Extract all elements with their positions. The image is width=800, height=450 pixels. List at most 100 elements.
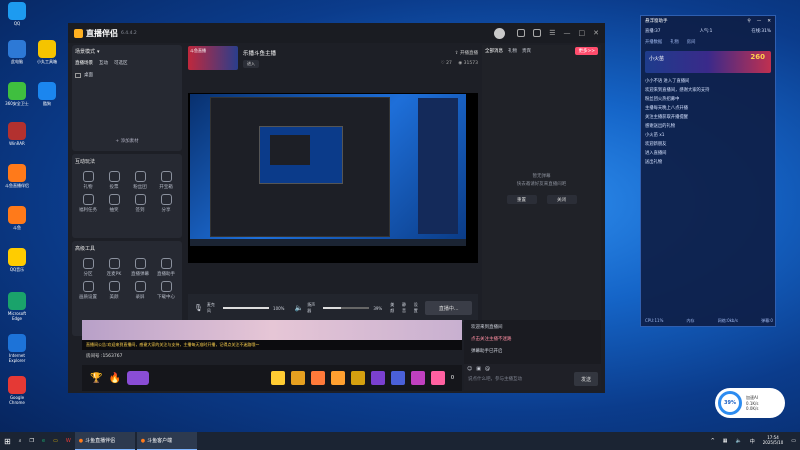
- gift-item-icon[interactable]: [430, 371, 445, 385]
- search-icon[interactable]: ⌕: [15, 432, 26, 450]
- chat-tab-gift[interactable]: 礼物: [508, 48, 517, 54]
- gift-item-icon[interactable]: [350, 371, 365, 385]
- beauty-button[interactable]: 美颜: [390, 302, 398, 314]
- speed-widget[interactable]: 39% 加速AI 0.1K/s 0.0K/s: [715, 388, 785, 418]
- tool-button[interactable]: 画质设置: [75, 281, 101, 300]
- tool-button[interactable]: 抽奖: [101, 194, 127, 213]
- desktop-icon[interactable]: Microsoft Edge: [4, 292, 30, 321]
- desktop-icon[interactable]: 360安全卫士: [4, 82, 30, 107]
- tool-button[interactable]: 直播助手: [153, 258, 179, 277]
- tool-button[interactable]: 直播弹幕: [127, 258, 153, 277]
- desktop-icon[interactable]: 小丸工具箱: [34, 40, 60, 65]
- tool-button[interactable]: 粉丝团: [127, 171, 153, 190]
- center-panel: 斗鱼直播 乐播斗鱼主播 进入 ⇪ 开播直播 ♡ 27 ◉ 31573 🎙 麦克风…: [188, 45, 478, 340]
- clock[interactable]: 17:54 2025/5/10: [759, 432, 788, 450]
- close-icon[interactable]: ✕: [593, 29, 599, 37]
- overlay-subtab[interactable]: 房间: [687, 39, 696, 45]
- image-icon[interactable]: ▣: [476, 366, 481, 372]
- gift-item-icon[interactable]: [290, 371, 305, 385]
- tool-button[interactable]: 礼物: [75, 171, 101, 190]
- chat-input[interactable]: 说点什么吧，参与主播互动: [468, 376, 568, 382]
- tool-button[interactable]: 美颜: [101, 281, 127, 300]
- gift-item-icon[interactable]: [270, 371, 285, 385]
- scene-tab[interactable]: 互动: [99, 60, 108, 66]
- close-icon[interactable]: ✕: [767, 19, 771, 24]
- scene-tab[interactable]: 直播场景: [75, 60, 93, 66]
- minimize-icon[interactable]: —: [564, 29, 571, 37]
- desktop-icon[interactable]: 斗鱼: [4, 206, 30, 231]
- settings-button[interactable]: 设置: [414, 302, 422, 314]
- pin-icon[interactable]: ⚲: [747, 19, 750, 24]
- task-view-icon[interactable]: ❐: [26, 432, 38, 450]
- tool-button[interactable]: 连麦PK: [101, 258, 127, 277]
- file-explorer-icon[interactable]: ▭: [49, 432, 62, 450]
- speaker-icon[interactable]: 🔈: [294, 304, 303, 312]
- edge-icon[interactable]: e: [38, 432, 49, 450]
- desktop-icon[interactable]: QQ音乐: [4, 248, 30, 273]
- tool-button[interactable]: 签到: [127, 194, 153, 213]
- desktop-icon-label: 酷狗: [43, 101, 51, 106]
- gift-icon[interactable]: [517, 29, 526, 37]
- send-button[interactable]: 发送: [574, 372, 598, 386]
- tool-button[interactable]: 分享: [153, 194, 179, 213]
- microphone-icon[interactable]: 🎙: [194, 304, 203, 312]
- desktop-icon[interactable]: 酷狗: [34, 82, 60, 107]
- chat-tab-vip[interactable]: 贵宾: [522, 48, 531, 54]
- desktop-icon[interactable]: QQ: [4, 2, 30, 26]
- desktop-icon[interactable]: 此电脑: [4, 40, 30, 65]
- mute-button[interactable]: 静音: [402, 302, 410, 314]
- tray-up-icon[interactable]: ^: [707, 432, 719, 450]
- gift-item-icon[interactable]: [310, 371, 325, 385]
- speaker-slider[interactable]: [322, 307, 370, 309]
- flame-icon[interactable]: 🔥: [108, 373, 120, 384]
- preview-area[interactable]: [188, 93, 478, 263]
- tool-button[interactable]: 分区: [75, 258, 101, 277]
- network-icon[interactable]: ▦: [719, 432, 732, 450]
- desktop-icon[interactable]: 斗鱼直播伴侣: [4, 164, 30, 189]
- tool-button[interactable]: 福利任务: [75, 194, 101, 213]
- enter-room-button[interactable]: 进入: [243, 59, 259, 68]
- chat-messages: 欢迎来到直播间 点击关注主播不迷路 弹幕助手已开启: [464, 320, 601, 364]
- tool-button[interactable]: 下载中心: [153, 281, 179, 300]
- wps-icon[interactable]: W: [62, 432, 75, 450]
- at-icon[interactable]: @: [485, 366, 490, 372]
- minimize-icon[interactable]: —: [757, 19, 762, 24]
- scene-mode[interactable]: 场景模式 ▾: [75, 48, 179, 56]
- close-button[interactable]: 关闭: [546, 195, 577, 204]
- maximize-icon[interactable]: □: [579, 29, 586, 37]
- tool-button[interactable]: 投票: [101, 171, 127, 190]
- gift-item-icon[interactable]: [370, 371, 385, 385]
- emoji-icon[interactable]: ☺: [467, 366, 472, 372]
- streamer-banner[interactable]: 斗鱼直播: [188, 46, 238, 70]
- trophy-icon[interactable]: 🏆: [90, 373, 102, 384]
- badge-icon[interactable]: [126, 371, 149, 385]
- open-live-button[interactable]: ⇪ 开播直播: [441, 50, 478, 56]
- gift-item-icon[interactable]: [390, 371, 405, 385]
- desktop-icon[interactable]: WinRAR: [4, 122, 30, 146]
- start-button[interactable]: ⊞: [0, 432, 15, 450]
- gift-item-icon[interactable]: [330, 371, 345, 385]
- tool-button[interactable]: 开宝箱: [153, 171, 179, 190]
- mic-slider[interactable]: [222, 307, 270, 309]
- notification-icon[interactable]: ▭: [787, 432, 800, 450]
- ime-indicator[interactable]: 中: [746, 432, 759, 450]
- menu-icon[interactable]: ☰: [549, 29, 555, 37]
- volume-icon[interactable]: 🔈: [732, 432, 746, 450]
- desktop-icon[interactable]: Internet Explorer: [4, 334, 30, 363]
- chat-tab-all[interactable]: 全部消息: [485, 48, 503, 54]
- tool-button[interactable]: 录屏: [127, 281, 153, 300]
- taskbar-app-streamer[interactable]: ● 斗鱼直播伴侣: [74, 432, 135, 450]
- reset-button[interactable]: 重置: [506, 195, 537, 204]
- source-item[interactable]: 桌面: [75, 72, 179, 78]
- gift-item-icon[interactable]: [410, 371, 425, 385]
- overlay-subtab[interactable]: 开播数据: [645, 39, 662, 45]
- overlay-subtab[interactable]: 礼物: [670, 39, 679, 45]
- desktop-icon[interactable]: Google Chrome: [4, 376, 30, 405]
- taskbar-app-client[interactable]: ● 斗鱼客户端: [136, 432, 197, 450]
- chat-more-button[interactable]: 更多>>: [575, 47, 598, 55]
- avatar[interactable]: [494, 27, 506, 39]
- live-button[interactable]: 直播中...: [425, 301, 472, 315]
- message-icon[interactable]: [533, 29, 542, 37]
- scene-tab[interactable]: 可选区: [114, 60, 128, 66]
- add-source-button[interactable]: + 添加素材: [72, 138, 182, 144]
